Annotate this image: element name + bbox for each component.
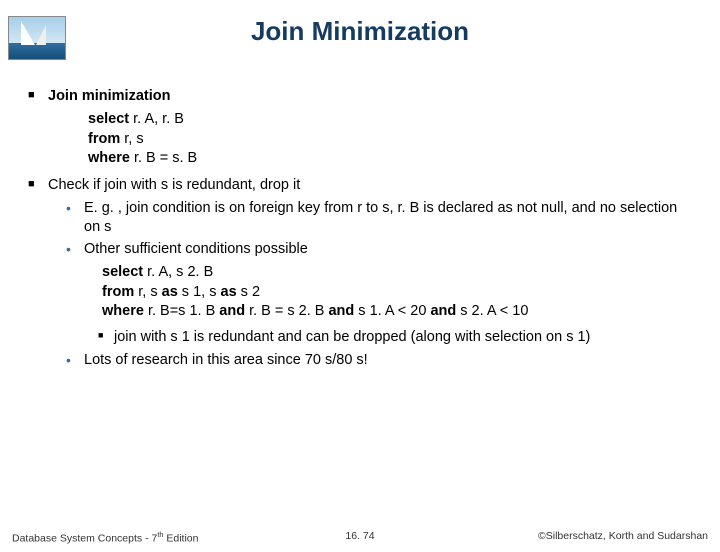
slide-footer: Database System Concepts - 7th Edition 1… — [12, 530, 708, 545]
slide-body: Join minimization select r. A, r. B from… — [24, 82, 696, 374]
footer-left: Database System Concepts - 7th Edition — [12, 530, 198, 545]
bullet-check-redundant: Check if join with s is redundant, drop … — [24, 177, 696, 193]
bullet-join-minimization: Join minimization — [24, 88, 696, 104]
bullet-text: Join minimization — [48, 88, 170, 104]
code-block-2: select r. A, s 2. B from r, s as s 1, s … — [102, 263, 696, 322]
sub-bullet-text: E. g. , join condition is on foreign key… — [84, 200, 677, 235]
subsub-bullet-s1-redundant: join with s 1 is redundant and can be dr… — [96, 328, 696, 347]
sub-bullet-foreign-key: E. g. , join condition is on foreign key… — [64, 199, 696, 237]
logo-image — [8, 16, 66, 60]
slide-title: Join Minimization — [0, 12, 720, 47]
code-block-1: select r. A, r. B from r, s where r. B =… — [88, 110, 696, 169]
sub-bullet-text: Lots of research in this area since 70 s… — [84, 352, 368, 368]
sub-bullet-text: Other sufficient conditions possible — [84, 241, 308, 257]
sub-bullet-other-conditions: Other sufficient conditions possible — [64, 240, 696, 259]
subsub-bullet-text: join with s 1 is redundant and can be dr… — [114, 329, 590, 345]
sub-bullet-research: Lots of research in this area since 70 s… — [64, 351, 696, 370]
bullet-text: Check if join with s is redundant, drop … — [48, 177, 300, 193]
